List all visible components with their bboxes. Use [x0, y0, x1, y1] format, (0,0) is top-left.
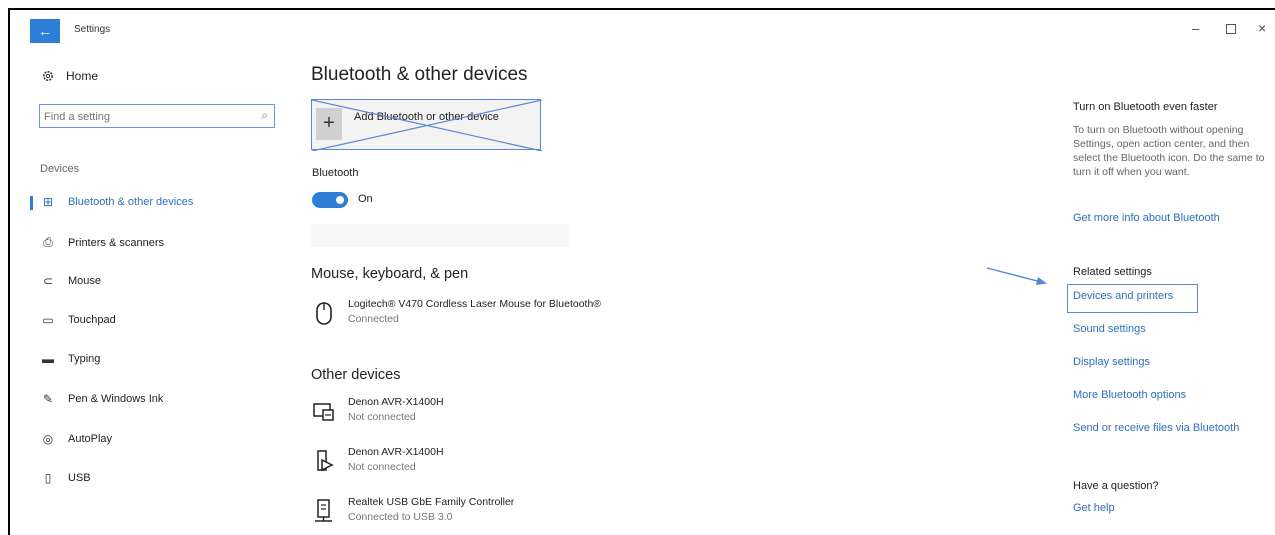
- bluetooth-devices-icon: ⊞: [42, 195, 54, 209]
- device-name: Logitech® V470 Cordless Laser Mouse for …: [348, 298, 602, 310]
- device-item-denon-1[interactable]: Denon AVR-X1400H Not connected: [312, 396, 732, 430]
- title-bar: ← Settings – ×: [30, 19, 1270, 43]
- related-heading: Related settings: [1073, 266, 1152, 278]
- device-item-denon-2[interactable]: Denon AVR-X1400H Not connected: [312, 446, 732, 480]
- sidebar-item-usb[interactable]: ▯ USB: [40, 471, 91, 485]
- sidebar-item-label: AutoPlay: [68, 433, 113, 445]
- printer-icon: ⎙: [43, 235, 53, 249]
- other-group-title: Other devices: [311, 367, 401, 383]
- sidebar-item-autoplay[interactable]: ◎ AutoPlay: [40, 432, 112, 446]
- sidebar-item-touchpad[interactable]: ▭ Touchpad: [40, 313, 116, 327]
- device-status: Connected to USB 3.0: [348, 511, 453, 523]
- bluetooth-label: Bluetooth: [312, 167, 359, 179]
- back-button[interactable]: ←: [30, 19, 60, 43]
- question-heading: Have a question?: [1073, 480, 1159, 492]
- display-settings-link[interactable]: Display settings: [1073, 356, 1150, 368]
- mouse-icon: ⊂: [42, 274, 54, 288]
- section-label-devices: Devices: [40, 163, 80, 175]
- sound-settings-link[interactable]: Sound settings: [1073, 323, 1146, 335]
- autoplay-icon: ◎: [42, 432, 54, 446]
- sidebar-item-bluetooth[interactable]: ⊞ Bluetooth & other devices: [40, 195, 193, 209]
- bluetooth-toggle[interactable]: [312, 192, 348, 208]
- search-icon[interactable]: ⌕: [261, 108, 268, 123]
- device-item-mouse[interactable]: Logitech® V470 Cordless Laser Mouse for …: [312, 298, 732, 332]
- sidebar-item-pen[interactable]: ✎ Pen & Windows Ink: [40, 392, 163, 406]
- search-input[interactable]: [40, 105, 246, 129]
- device-status: Connected: [348, 313, 399, 325]
- bluetooth-state: On: [358, 193, 373, 205]
- mouse-group-title: Mouse, keyboard, & pen: [311, 266, 469, 282]
- maximize-button[interactable]: [1226, 24, 1236, 34]
- minimize-button[interactable]: –: [1192, 21, 1199, 36]
- more-bluetooth-options-link[interactable]: More Bluetooth options: [1073, 389, 1186, 401]
- device-name: Denon AVR-X1400H: [348, 396, 444, 408]
- device-name: Realtek USB GbE Family Controller: [348, 496, 515, 508]
- device-status: Not connected: [348, 461, 416, 473]
- device-name: Denon AVR-X1400H: [348, 446, 444, 458]
- active-indicator: [30, 196, 33, 210]
- sidebar-item-label: Printers & scanners: [68, 236, 164, 249]
- usb-icon: ▯: [44, 471, 52, 485]
- sidebar-item-label: Pen & Windows Ink: [68, 393, 164, 405]
- page-title: Bluetooth & other devices: [311, 64, 528, 85]
- more-info-link[interactable]: Get more info about Bluetooth: [1073, 212, 1220, 224]
- add-device-button[interactable]: + Add Bluetooth or other device: [311, 99, 542, 151]
- send-receive-files-link[interactable]: Send or receive files via Bluetooth: [1073, 422, 1239, 434]
- cross-out-annotation: [312, 100, 542, 151]
- pen-icon: ✎: [42, 392, 54, 406]
- sidebar-item-printers[interactable]: ⎙ Printers & scanners: [40, 235, 164, 250]
- status-strip: [311, 224, 569, 247]
- window-title: Settings: [74, 24, 111, 35]
- back-arrow-icon: ←: [38, 23, 52, 39]
- close-button[interactable]: ×: [1258, 20, 1266, 36]
- touchpad-icon: ▭: [42, 313, 54, 327]
- mouse-device-icon: [316, 302, 332, 325]
- sidebar-item-mouse[interactable]: ⊂ Mouse: [40, 274, 101, 288]
- media-player-icon: [317, 450, 334, 472]
- sidebar-item-label: Touchpad: [68, 314, 116, 326]
- search-box[interactable]: ⌕: [39, 104, 275, 129]
- sidebar-item-label: Bluetooth & other devices: [68, 196, 194, 208]
- get-help-link[interactable]: Get help: [1073, 502, 1115, 514]
- device-item-realtek[interactable]: Realtek USB GbE Family Controller Connec…: [312, 496, 732, 530]
- sidebar-item-typing[interactable]: ▬ Typing: [40, 352, 100, 366]
- sidebar-item-label: USB: [68, 472, 91, 484]
- gear-icon: [43, 71, 53, 81]
- sidebar-item-label: Mouse: [68, 275, 102, 287]
- nav-home-label: Home: [66, 69, 99, 83]
- device-status: Not connected: [348, 411, 416, 423]
- toggle-knob: [336, 196, 344, 204]
- keyboard-icon: ▬: [42, 352, 54, 366]
- arrow-annotation: [986, 267, 1047, 285]
- media-device-icon: [313, 403, 334, 421]
- devices-and-printers-link[interactable]: Devices and printers: [1073, 290, 1173, 302]
- nav-home[interactable]: Home: [42, 69, 98, 83]
- network-adapter-icon: [315, 499, 332, 522]
- sidebar-item-label: Typing: [68, 353, 101, 365]
- faster-description: To turn on Bluetooth without opening Set…: [1073, 124, 1265, 178]
- faster-heading: Turn on Bluetooth even faster: [1073, 101, 1218, 113]
